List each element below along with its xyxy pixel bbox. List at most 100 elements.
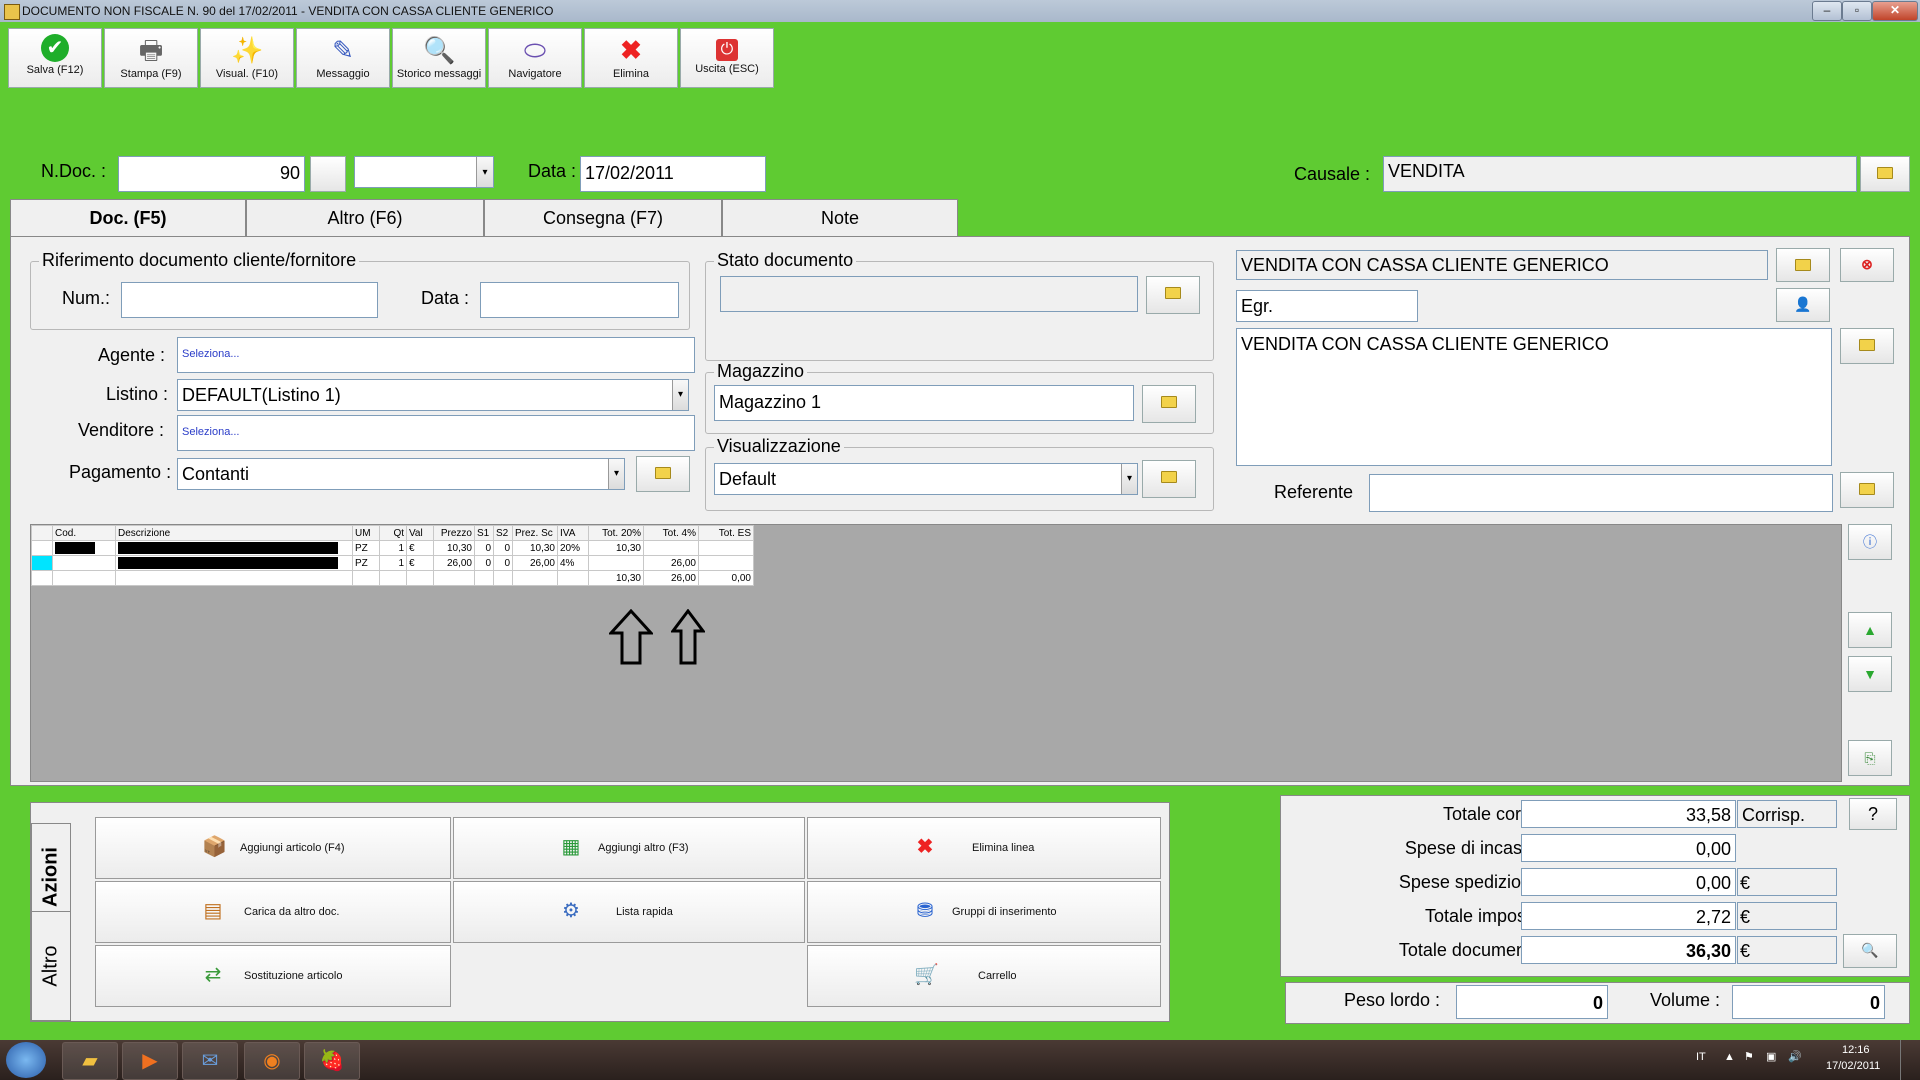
info-button[interactable]: ⓘ bbox=[1848, 524, 1892, 560]
corrisp-field[interactable]: Corrisp. bbox=[1737, 800, 1837, 828]
tab-altro[interactable]: Altro (F6) bbox=[246, 199, 484, 236]
cell-val[interactable]: € bbox=[406, 540, 434, 556]
network-icon[interactable]: ▣ bbox=[1766, 1050, 1776, 1063]
agente-field[interactable]: Seleziona... bbox=[177, 337, 695, 373]
ndoc-series-select[interactable]: ▾ bbox=[354, 156, 494, 188]
cell-totes[interactable] bbox=[698, 540, 754, 556]
export-button[interactable]: ⎘ bbox=[1848, 740, 1892, 776]
cell-um[interactable]: PZ bbox=[352, 555, 380, 571]
message-button[interactable]: ✎ Messaggio bbox=[296, 28, 390, 88]
cell-s2[interactable]: 0 bbox=[493, 540, 513, 556]
chevron-down-icon[interactable]: ▾ bbox=[1121, 464, 1137, 494]
chevron-down-icon[interactable]: ▾ bbox=[672, 380, 688, 410]
cell-prezsc[interactable]: 10,30 bbox=[512, 540, 558, 556]
replace-article-button[interactable]: ⇄ Sostituzione articolo bbox=[95, 945, 451, 1007]
spese-incasso-field[interactable]: 0,00 bbox=[1521, 834, 1736, 862]
peso-lordo-field[interactable]: 0 bbox=[1456, 985, 1608, 1019]
col-header[interactable]: S2 bbox=[493, 525, 513, 541]
mail-taskbar-button[interactable]: ✉ bbox=[182, 1042, 238, 1080]
col-header[interactable]: Tot. 20% bbox=[588, 525, 644, 541]
referente-field[interactable] bbox=[1369, 474, 1833, 512]
flag-icon[interactable]: ⚑ bbox=[1744, 1050, 1754, 1063]
media-taskbar-button[interactable]: ▶ bbox=[122, 1042, 178, 1080]
causale-field[interactable]: VENDITA bbox=[1383, 156, 1857, 192]
cliente-address-field[interactable]: VENDITA CON CASSA CLIENTE GENERICO bbox=[1236, 328, 1832, 466]
tab-note[interactable]: Note bbox=[722, 199, 958, 236]
maximize-button[interactable]: ▫ bbox=[1842, 1, 1872, 21]
print-button[interactable]: 🖶 Stampa (F9) bbox=[104, 28, 198, 88]
cell-iva[interactable]: 4% bbox=[557, 555, 589, 571]
move-up-button[interactable]: ▲ bbox=[1848, 612, 1892, 648]
cliente-name-field[interactable]: VENDITA CON CASSA CLIENTE GENERICO bbox=[1236, 250, 1768, 280]
close-window-button[interactable]: ✕ bbox=[1872, 1, 1918, 21]
insert-groups-button[interactable]: ⛃ Gruppi di inserimento bbox=[807, 881, 1161, 943]
pagamento-select[interactable]: Contanti bbox=[177, 458, 625, 490]
row-selector[interactable] bbox=[31, 555, 53, 571]
add-article-button[interactable]: 📦 Aggiungi articolo (F4) bbox=[95, 817, 451, 879]
delete-line-button[interactable]: ✖ Elimina linea bbox=[807, 817, 1161, 879]
col-header[interactable]: Tot. 4% bbox=[643, 525, 699, 541]
explorer-taskbar-button[interactable]: ▰ bbox=[62, 1042, 118, 1080]
table-row[interactable]: PZ 1 € 26,00 0 0 26,00 4% 26,00 bbox=[31, 555, 754, 571]
cell-prezzo[interactable]: 26,00 bbox=[433, 555, 475, 571]
cell-tot20[interactable] bbox=[588, 555, 644, 571]
visualizzazione-browse-button[interactable] bbox=[1142, 460, 1196, 498]
cliente-clear-button[interactable]: ⊗ bbox=[1840, 248, 1894, 282]
stato-browse-button[interactable] bbox=[1146, 276, 1200, 314]
delete-button[interactable]: ✖ Elimina bbox=[584, 28, 678, 88]
cell-prezsc[interactable]: 26,00 bbox=[512, 555, 558, 571]
col-header[interactable]: S1 bbox=[474, 525, 494, 541]
cell-iva[interactable]: 20% bbox=[557, 540, 589, 556]
magazzino-field[interactable]: Magazzino 1 bbox=[714, 385, 1134, 421]
referente-browse-button[interactable] bbox=[1840, 472, 1894, 508]
totale-corpo-field[interactable]: 33,58 bbox=[1521, 800, 1736, 828]
load-from-doc-button[interactable]: ▤ Carica da altro doc. bbox=[95, 881, 451, 943]
magazzino-browse-button[interactable] bbox=[1142, 385, 1196, 423]
cell-s1[interactable]: 0 bbox=[474, 540, 494, 556]
cell-tot4[interactable] bbox=[643, 540, 699, 556]
row-selector[interactable] bbox=[31, 540, 53, 556]
cart-button[interactable]: 🛒 Carrello bbox=[807, 945, 1161, 1007]
app-taskbar-button[interactable]: 🍓 bbox=[304, 1042, 360, 1080]
clock-date[interactable]: 17/02/2011 bbox=[1826, 1060, 1880, 1072]
tray-expand-icon[interactable]: ▲ bbox=[1724, 1051, 1735, 1063]
col-header[interactable]: Cod. bbox=[52, 525, 116, 541]
minimize-button[interactable]: – bbox=[1812, 1, 1842, 21]
quick-list-button[interactable]: ⚙ Lista rapida bbox=[453, 881, 805, 943]
spese-spedizione-field[interactable]: 0,00 bbox=[1521, 868, 1736, 896]
col-header[interactable]: Descrizione bbox=[115, 525, 353, 541]
start-button[interactable] bbox=[6, 1042, 46, 1078]
vtab-altro[interactable]: Altro bbox=[31, 911, 71, 1021]
cell-totes[interactable] bbox=[698, 555, 754, 571]
col-header[interactable]: Prezzo bbox=[433, 525, 475, 541]
date-field[interactable]: 17/02/2011 bbox=[580, 156, 766, 192]
help-button[interactable]: ? bbox=[1849, 798, 1897, 830]
message-history-button[interactable]: 🔍 Storico messaggi bbox=[392, 28, 486, 88]
tab-doc[interactable]: Doc. (F5) bbox=[10, 199, 246, 239]
ref-date-field[interactable] bbox=[480, 282, 679, 318]
document-lines-grid[interactable]: Cod. Descrizione UM Qt Val Prezzo S1 S2 … bbox=[30, 524, 1842, 782]
causale-browse-button[interactable] bbox=[1860, 156, 1910, 192]
move-down-button[interactable]: ▼ bbox=[1848, 656, 1892, 692]
cell-val[interactable]: € bbox=[406, 555, 434, 571]
cell-um[interactable]: PZ bbox=[352, 540, 380, 556]
listino-select[interactable]: DEFAULT(Listino 1) bbox=[177, 379, 689, 411]
venditore-field[interactable]: Seleziona... bbox=[177, 415, 695, 451]
show-desktop-button[interactable] bbox=[1900, 1040, 1920, 1080]
totale-imposte-field[interactable]: 2,72 bbox=[1521, 902, 1736, 930]
lines-table[interactable]: Cod. Descrizione UM Qt Val Prezzo S1 S2 … bbox=[31, 525, 754, 586]
cell-description[interactable] bbox=[115, 555, 353, 571]
col-header[interactable]: Val bbox=[406, 525, 434, 541]
visualizzazione-select[interactable]: Default bbox=[714, 463, 1138, 495]
cell-qt[interactable]: 1 bbox=[379, 555, 407, 571]
cell-description[interactable] bbox=[115, 540, 353, 556]
tab-consegna[interactable]: Consegna (F7) bbox=[484, 199, 722, 236]
cell-tot4[interactable]: 26,00 bbox=[643, 555, 699, 571]
cell-code[interactable] bbox=[52, 540, 116, 556]
pagamento-browse-button[interactable] bbox=[636, 456, 690, 492]
col-header[interactable]: IVA bbox=[557, 525, 589, 541]
col-header[interactable]: Qt bbox=[379, 525, 407, 541]
address-browse-button[interactable] bbox=[1840, 328, 1894, 364]
cell-prezzo[interactable]: 10,30 bbox=[433, 540, 475, 556]
cell-code[interactable] bbox=[52, 555, 116, 571]
